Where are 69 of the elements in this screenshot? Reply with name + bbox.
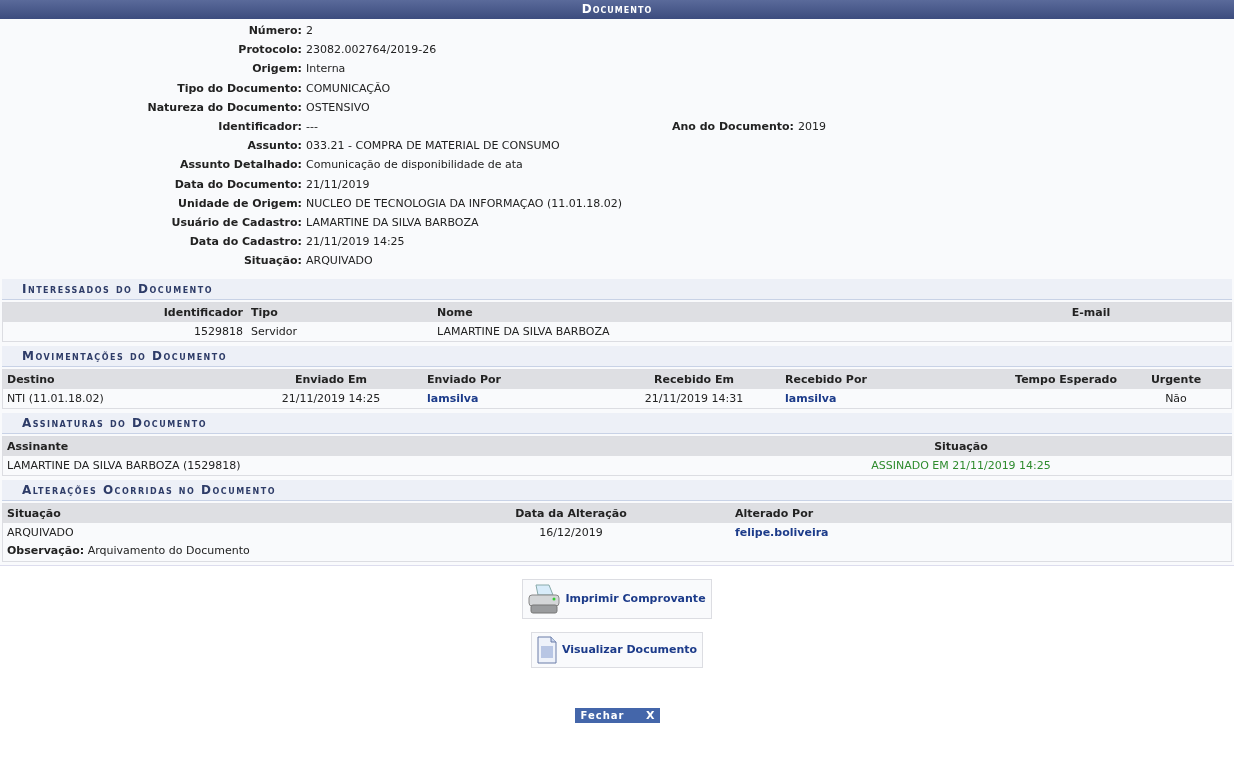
column-header: Recebido Em bbox=[653, 371, 735, 388]
column-header: Destino bbox=[6, 371, 56, 388]
table-cell: LAMARTINE DA SILVA BARBOZA (1529818) bbox=[7, 458, 241, 472]
table-cell: 1529818 bbox=[194, 324, 243, 338]
user-link[interactable]: felipe.boliveira bbox=[735, 525, 829, 539]
field-label: Natureza do Documento: bbox=[146, 99, 303, 116]
field-value: 2019 bbox=[798, 119, 826, 135]
field-value: 2 bbox=[306, 23, 314, 39]
field-value: LAMARTINE DA SILVA BARBOZA bbox=[306, 215, 480, 232]
print-button[interactable]: Imprimir Comprovante bbox=[522, 578, 712, 619]
section-header: Interessados do Documento bbox=[2, 278, 1232, 300]
status-text: ASSINADO EM 21/11/2019 14:25 bbox=[871, 458, 1051, 472]
section-header: Movimentações do Documento bbox=[2, 345, 1232, 367]
field-label: Data do Documento: bbox=[173, 176, 303, 193]
table-cell: NTI (11.01.18.02) bbox=[7, 391, 104, 405]
table-cell: 21/11/2019 14:25 bbox=[281, 391, 381, 405]
field-value: Interna bbox=[306, 61, 347, 78]
field-value: 23082.002764/2019-26 bbox=[306, 42, 438, 59]
document-icon bbox=[535, 635, 558, 664]
field-label: Protocolo: bbox=[237, 42, 303, 59]
field-value: 033.21 - COMPRA DE MATERIAL DE CONSUMO bbox=[306, 138, 561, 155]
column-header: Urgente bbox=[1149, 371, 1203, 388]
close-button[interactable]: Fechar X bbox=[574, 707, 660, 723]
field-label: Ano do Documento: bbox=[672, 119, 794, 135]
table-cell: LAMARTINE DA SILVA BARBOZA bbox=[437, 324, 610, 338]
field-value: COMUNICAÇÃO bbox=[306, 80, 392, 97]
column-header: Situação bbox=[6, 505, 62, 522]
field-label: Origem: bbox=[251, 61, 303, 78]
field-value: 21/11/2019 14:25 bbox=[306, 234, 406, 251]
page-title: Documento bbox=[0, 0, 1234, 19]
column-header: Situação bbox=[933, 438, 989, 455]
table-cell: Não bbox=[1165, 391, 1187, 405]
section-header: Alterações Ocorridas no Documento bbox=[2, 479, 1232, 501]
column-header: Assinante bbox=[6, 438, 70, 455]
view-button[interactable]: Visualizar Documento bbox=[530, 631, 704, 668]
column-header: Alterado Por bbox=[734, 505, 815, 522]
field-label: Assunto: bbox=[246, 138, 303, 155]
table-cell: ARQUIVADO bbox=[7, 525, 74, 539]
observation-text: Observação: Arquivamento do Documento bbox=[7, 543, 250, 557]
field-label: Data do Cadastro: bbox=[188, 234, 303, 251]
table-cell: Servidor bbox=[251, 324, 298, 338]
column-header: Nome bbox=[436, 304, 474, 321]
field-label: Situação: bbox=[242, 253, 303, 270]
field-value: --- bbox=[306, 119, 319, 135]
column-header: E-mail bbox=[1070, 304, 1112, 321]
column-header: Enviado Por bbox=[426, 371, 502, 388]
table-cell: 16/12/2019 bbox=[539, 525, 603, 539]
column-header: Enviado Em bbox=[294, 371, 368, 388]
user-link[interactable]: lamsilva bbox=[785, 391, 837, 405]
printer-icon bbox=[527, 582, 562, 615]
field-value: 21/11/2019 bbox=[306, 176, 371, 193]
column-header: Tempo Esperado bbox=[1014, 371, 1118, 388]
column-header: Recebido Por bbox=[784, 371, 868, 388]
field-value: OSTENSIVO bbox=[306, 99, 371, 116]
table-cell: 21/11/2019 14:31 bbox=[644, 391, 744, 405]
field-label: Usuário de Cadastro: bbox=[170, 215, 303, 232]
field-value: NUCLEO DE TECNOLOGIA DA INFORMAÇAO (11.01.18.02) bbox=[306, 195, 623, 212]
column-header: Identificador bbox=[162, 304, 244, 321]
field-label: Tipo do Documento: bbox=[176, 80, 303, 97]
user-link[interactable]: lamsilva bbox=[427, 391, 479, 405]
field-label: Identificador: bbox=[217, 119, 303, 135]
column-header: Data da Alteração bbox=[514, 505, 628, 522]
field-value: ARQUIVADO bbox=[306, 253, 374, 270]
field-label: Assunto Detalhado: bbox=[178, 157, 303, 174]
field-value: Comunicação de disponibilidade de ata bbox=[306, 157, 524, 174]
section-header: Assinaturas do Documento bbox=[2, 412, 1232, 434]
field-label: Número: bbox=[247, 23, 303, 39]
column-header: Tipo bbox=[250, 304, 279, 321]
field-label: Unidade de Origem: bbox=[177, 195, 303, 212]
